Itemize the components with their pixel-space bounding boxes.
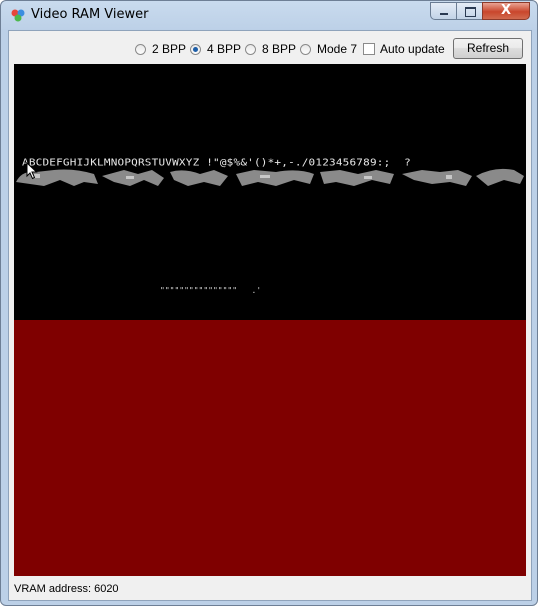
mouse-cursor-icon bbox=[26, 162, 38, 180]
radio-circle bbox=[135, 43, 146, 55]
mode-7-radio[interactable]: Mode 7 bbox=[300, 42, 357, 56]
auto-update-checkbox[interactable]: Auto update bbox=[363, 42, 445, 56]
app-icon bbox=[11, 9, 25, 22]
minimize-button[interactable] bbox=[430, 2, 457, 20]
radio-circle-selected bbox=[190, 43, 201, 55]
close-icon: X bbox=[500, 3, 512, 18]
small-tile-row: """""""""""""""" .' bbox=[160, 286, 262, 295]
close-button[interactable]: X bbox=[482, 2, 530, 20]
client-area: 2 BPP 4 BPP 8 BPP Mode 7 Auto update Ref… bbox=[8, 30, 532, 601]
vram-tile-area-bottom bbox=[14, 320, 526, 576]
checkbox-box bbox=[363, 43, 375, 55]
mode-7-label: Mode 7 bbox=[317, 42, 358, 56]
mode-2bpp-label: 2 BPP bbox=[152, 42, 187, 56]
auto-update-label: Auto update bbox=[380, 42, 445, 56]
mode-4bpp-radio[interactable]: 4 BPP bbox=[190, 42, 241, 56]
maximize-button[interactable] bbox=[456, 2, 483, 20]
mode-8bpp-label: 8 BPP bbox=[262, 42, 297, 56]
vram-canvas[interactable]: ABCDEFGHIJKLMNOPQRSTUVWXYZ !"@$%&'()*+,-… bbox=[14, 64, 526, 576]
window: Video RAM Viewer X 2 BPP 4 BPP 8 BPP Mod… bbox=[0, 0, 538, 606]
status-bar: VRAM address: 6020 bbox=[9, 578, 531, 600]
toolbar: 2 BPP 4 BPP 8 BPP Mode 7 Auto update Ref… bbox=[9, 31, 531, 64]
window-title: Video RAM Viewer bbox=[31, 7, 149, 22]
mode-8bpp-radio[interactable]: 8 BPP bbox=[245, 42, 296, 56]
radio-circle bbox=[245, 43, 256, 55]
refresh-button[interactable]: Refresh bbox=[453, 38, 523, 59]
title-bar[interactable]: Video RAM Viewer X bbox=[1, 1, 537, 29]
mode-2bpp-radio[interactable]: 2 BPP bbox=[135, 42, 186, 56]
mode-4bpp-label: 4 BPP bbox=[207, 42, 242, 56]
radio-circle bbox=[300, 43, 311, 55]
vram-address-status: VRAM address: 6020 bbox=[14, 583, 119, 595]
garbled-tile-row bbox=[16, 168, 524, 186]
vram-tile-area-top bbox=[14, 64, 526, 320]
